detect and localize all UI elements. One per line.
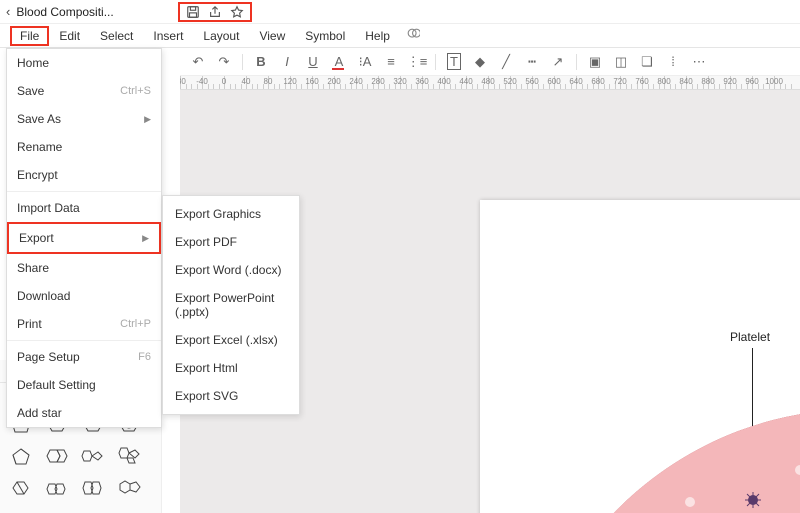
menu-item-home[interactable]: Home [7,49,161,77]
menu-layout[interactable]: Layout [193,26,249,46]
eyedropper-icon[interactable]: ⁞ [663,52,683,72]
submenu-item-export-html[interactable]: Export Html [163,354,299,382]
back-button[interactable]: ‹ [6,4,10,19]
ring-shape[interactable] [42,443,72,469]
chain-shape[interactable] [42,475,72,501]
bold-icon[interactable]: B [251,52,271,72]
submenu-item-export-excel-xlsx-[interactable]: Export Excel (.xlsx) [163,326,299,354]
menu-item-encrypt[interactable]: Encrypt [7,161,161,189]
menu-item-label: Page Setup [17,350,80,364]
search-icon[interactable] [406,27,420,44]
align-icon[interactable]: ≡ [381,52,401,72]
menu-edit[interactable]: Edit [49,26,90,46]
font-color-icon[interactable]: A [329,52,349,72]
quick-actions-highlight [178,2,252,22]
star-icon[interactable] [226,4,248,20]
naphthalene-shape[interactable] [78,475,108,501]
shortcut-hint: F6 [138,351,151,363]
menu-item-rename[interactable]: Rename [7,133,161,161]
ruler-label: 0 [222,77,226,86]
menu-item-label: Rename [17,140,62,154]
ruler-label: -40 [196,77,208,86]
menu-view[interactable]: View [249,26,295,46]
more-icon[interactable]: ⋯ [689,52,709,72]
menu-item-label: Import Data [17,201,80,215]
line-icon[interactable]: ╱ [496,52,516,72]
group-icon[interactable]: ◫ [611,52,631,72]
fill-icon[interactable]: ◆ [470,52,490,72]
undo-icon[interactable]: ↶ [188,52,208,72]
menu-item-label: Save As [17,112,61,126]
menu-item-page-setup[interactable]: Page Setup F6 [7,343,161,371]
menu-bar: File Edit Select Insert Layout View Symb… [0,24,800,48]
layers-icon[interactable]: ❏ [637,52,657,72]
menu-item-default-setting[interactable]: Default Setting [7,371,161,399]
font-size-icon[interactable]: ⁝A [355,52,375,72]
line-dash-icon[interactable]: ┅ [522,52,542,72]
ruler-horizontal: -80-400408012016020024028032036040044048… [180,76,800,90]
menu-item-print[interactable]: Print Ctrl+P [7,310,161,338]
menu-item-label: Download [17,289,70,303]
menu-item-label: Export [19,231,54,245]
list-icon[interactable]: ⋮≡ [407,52,427,72]
submenu-item-export-powerpoint-pptx-[interactable]: Export PowerPoint (.pptx) [163,284,299,326]
blood-diagram [540,390,800,513]
separator [7,191,161,192]
menu-symbol[interactable]: Symbol [295,26,355,46]
italic-icon[interactable]: I [277,52,297,72]
redo-icon[interactable]: ↷ [214,52,234,72]
platelet-label[interactable]: Platelet [730,330,770,344]
menu-file[interactable]: File [10,26,49,46]
ruler-label: 80 [264,77,273,86]
menu-help[interactable]: Help [355,26,400,46]
submenu-item-export-word-docx-[interactable]: Export Word (.docx) [163,256,299,284]
separator [576,54,577,70]
complex-ring-shape[interactable] [114,475,144,501]
menu-item-share[interactable]: Share [7,254,161,282]
text-tool-icon[interactable]: T [444,52,464,72]
shortcut-hint: Ctrl+S [120,85,151,97]
triple-ring-shape[interactable] [114,443,144,469]
menu-select[interactable]: Select [90,26,143,46]
menu-item-save-as[interactable]: Save As ▶ [7,105,161,133]
cyclopentane-shape[interactable] [6,443,36,469]
menu-item-label: Share [17,261,49,275]
title-bar: ‹ Blood Compositi... [0,0,800,24]
menu-item-download[interactable]: Download [7,282,161,310]
connector-icon[interactable]: ↗ [548,52,568,72]
menu-item-export[interactable]: Export ▶ [7,222,161,254]
underline-icon[interactable]: U [303,52,323,72]
separator [435,54,436,70]
menu-item-save[interactable]: Save Ctrl+S [7,77,161,105]
bicycle-shape[interactable] [6,475,36,501]
menu-item-label: Encrypt [17,168,58,182]
document-title: Blood Compositi... [16,5,113,19]
menu-item-label: Print [17,317,42,331]
toolbar: ↶ ↷ B I U A ⁝A ≡ ⋮≡ T ◆ ╱ ┅ ↗ ▣ ◫ ❏ ⁞ ⋯ [180,48,800,76]
save-icon[interactable] [182,4,204,20]
separator [242,54,243,70]
menu-item-import-data[interactable]: Import Data [7,194,161,222]
ruler-label: 40 [242,77,251,86]
chevron-right-icon: ▶ [144,114,151,125]
menu-item-add-star[interactable]: Add star [7,399,161,427]
menu-item-label: Save [17,84,44,98]
fused-ring-shape[interactable] [78,443,108,469]
menu-insert[interactable]: Insert [143,26,193,46]
menu-item-label: Default Setting [17,378,96,392]
submenu-item-export-graphics[interactable]: Export Graphics [163,200,299,228]
file-menu-dropdown: Home Save Ctrl+S Save As ▶ Rename Encrypt Impor… [6,48,162,428]
menu-item-label: Home [17,56,49,70]
menu-item-label: Add star [17,406,62,420]
shortcut-hint: Ctrl+P [120,318,151,330]
separator [7,340,161,341]
chevron-right-icon: ▶ [142,233,149,244]
submenu-item-export-svg[interactable]: Export SVG [163,382,299,410]
arrange-icon[interactable]: ▣ [585,52,605,72]
export-submenu: Export GraphicsExport PDFExport Word (.d… [162,195,300,415]
submenu-item-export-pdf[interactable]: Export PDF [163,228,299,256]
share-icon[interactable] [204,4,226,20]
